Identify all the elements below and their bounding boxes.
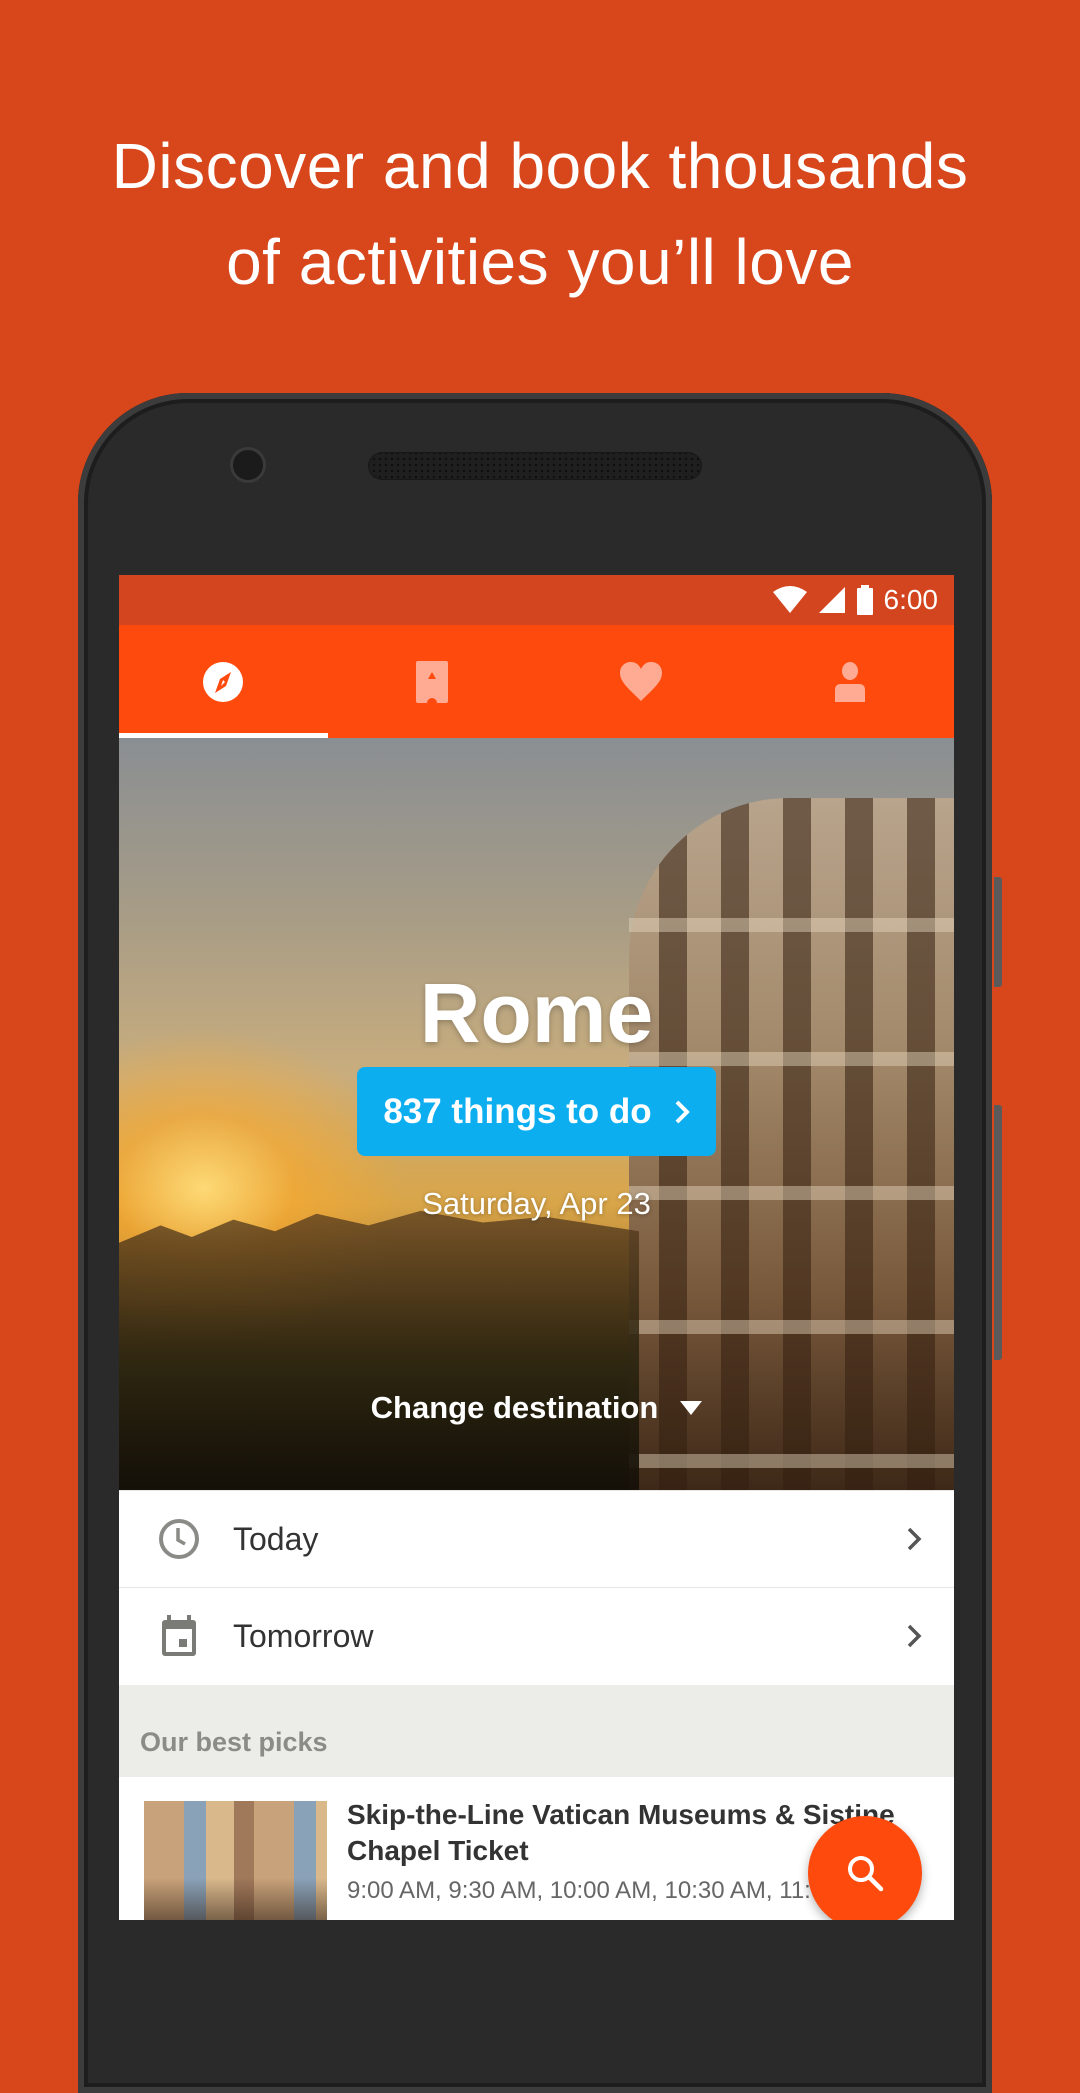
tab-bookings[interactable] xyxy=(328,625,537,738)
calendar-icon xyxy=(162,1615,196,1656)
heart-icon xyxy=(619,661,662,701)
search-fab[interactable] xyxy=(808,1816,922,1920)
status-time: 6:00 xyxy=(883,584,939,615)
status-bar: 6:00 xyxy=(119,575,954,625)
battery-icon xyxy=(856,585,873,615)
date-option-label: Tomorrow xyxy=(233,1617,374,1654)
app-screen: 6:00 Rome 837 things to do Saturday, Apr… xyxy=(119,575,954,1920)
wifi-icon xyxy=(772,586,807,613)
promo-headline-line-1: Discover and book thousands xyxy=(111,130,969,202)
best-picks-title: Our best picks xyxy=(140,1727,328,1757)
caret-down-icon xyxy=(680,1401,703,1415)
date-option-tomorrow[interactable]: Tomorrow xyxy=(119,1587,954,1684)
person-icon xyxy=(834,661,865,702)
ticket-icon xyxy=(416,660,449,703)
promo-headline: Discover and book thousands of activitie… xyxy=(0,118,1080,310)
destination-hero: Rome 837 things to do Saturday, Apr 23 C… xyxy=(119,738,954,1490)
things-to-do-button[interactable]: 837 things to do xyxy=(357,1067,716,1156)
chevron-right-icon xyxy=(675,1100,690,1123)
tab-wishlist[interactable] xyxy=(537,625,746,738)
tab-profile[interactable] xyxy=(745,625,954,738)
change-destination-button[interactable]: Change destination xyxy=(119,1390,954,1426)
promo-headline-line-2: of activities you’ll love xyxy=(226,226,854,298)
phone-front-camera xyxy=(233,450,263,480)
cellular-signal-icon xyxy=(818,587,845,613)
change-destination-label: Change destination xyxy=(370,1390,659,1425)
tab-explore[interactable] xyxy=(119,625,328,738)
search-icon xyxy=(848,1856,884,1892)
activity-thumbnail xyxy=(144,1801,327,1920)
date-option-today[interactable]: Today xyxy=(119,1490,954,1587)
things-to-do-label: 837 things to do xyxy=(383,1091,652,1131)
tab-bar xyxy=(119,625,954,738)
date-options-list: Today Tomorrow xyxy=(119,1490,954,1684)
selected-date: Saturday, Apr 23 xyxy=(422,1186,651,1221)
phone-volume-button xyxy=(994,1105,1002,1360)
phone-speaker-grille xyxy=(368,452,702,480)
city-title: Rome xyxy=(419,966,654,1060)
best-picks-section: Our best picks xyxy=(119,1685,954,1777)
compass-icon xyxy=(203,661,244,702)
chevron-right-icon xyxy=(907,1527,922,1551)
phone-power-button xyxy=(994,877,1002,987)
clock-icon xyxy=(159,1519,199,1559)
chevron-right-icon xyxy=(907,1624,922,1648)
date-option-label: Today xyxy=(233,1520,319,1557)
